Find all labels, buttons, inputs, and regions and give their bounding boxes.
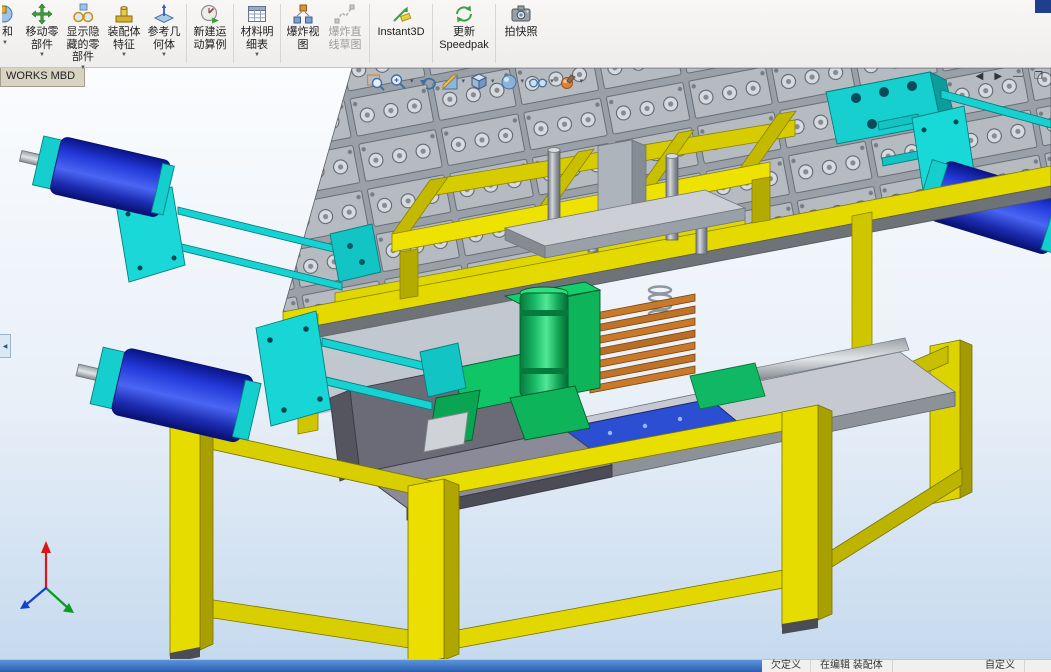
ribbon-button-explode-line-sketch: 爆炸直 线草图 xyxy=(323,0,367,67)
move-component-icon xyxy=(31,3,53,25)
ribbon-button-label: 装配体 特征 xyxy=(107,26,141,51)
command-ribbon: 和 ▼ 移动零 部件 ▼ 显示隐 藏的零 部件 ▼ 装配体 特征 ▼ 参考几 何… xyxy=(0,0,1051,71)
bill-of-materials-icon xyxy=(246,3,268,25)
dropdown-caret[interactable]: ▾ xyxy=(550,78,554,86)
chevron-down-icon: ▼ xyxy=(80,64,86,71)
ribbon-separator xyxy=(280,4,281,63)
ribbon-button-label: 和 xyxy=(2,26,13,38)
ribbon-button-show-hidden-components[interactable]: 显示隐 藏的零 部件 ▼ xyxy=(62,0,104,71)
tab-solidworks-mbd[interactable]: WORKS MBD xyxy=(0,68,86,87)
ribbon-button-exploded-view[interactable]: 爆炸视 图 xyxy=(283,0,323,67)
ribbon-separator xyxy=(233,4,234,63)
ribbon-button-move-component[interactable]: 移动零 部件 ▼ xyxy=(22,0,62,67)
tab-scroll-right-button[interactable]: ▶ xyxy=(992,71,1004,83)
ribbon-button-new-motion-study[interactable]: 新建运 动算例 xyxy=(189,0,231,67)
hide-show-items-icon[interactable] xyxy=(528,72,548,92)
assembly-features-icon xyxy=(113,3,135,25)
panel-expand-handle[interactable]: ◀ xyxy=(0,334,11,358)
display-style-icon[interactable] xyxy=(499,72,519,92)
ribbon-button-label: Instant3D xyxy=(377,26,425,38)
graphics-area[interactable]: ▾ ▾ ▾ ▾ ▾ ▾ ◀ ▶ — ❐ ◀ xyxy=(0,68,1051,659)
ribbon-button-label: 新建运 动算例 xyxy=(193,26,227,51)
status-custom-tab[interactable]: 自定义 xyxy=(976,660,1025,672)
zoom-fit-icon[interactable] xyxy=(366,72,386,92)
panel-handle-arrow-icon: ◀ xyxy=(2,343,8,350)
minimize-document-button[interactable]: — xyxy=(1011,71,1025,83)
dropdown-caret[interactable]: ▾ xyxy=(462,78,466,86)
ribbon-button-label: 爆炸直 线草图 xyxy=(328,26,362,51)
snapshot-camera-icon xyxy=(510,3,532,25)
status-editing-mode: 在编辑 装配体 xyxy=(811,660,893,672)
ribbon-button-bill-of-materials[interactable]: 材料明 细表 ▼ xyxy=(236,0,278,67)
status-bar: 欠定义 在编辑 装配体 自定义 xyxy=(0,659,1051,672)
chevron-down-icon: ▼ xyxy=(121,52,127,58)
chevron-down-icon: ▼ xyxy=(39,52,45,58)
chevron-down-icon: ▼ xyxy=(254,52,260,58)
restore-document-button[interactable]: ❐ xyxy=(1032,71,1045,83)
ribbon-button-label: 爆炸视 图 xyxy=(286,26,320,51)
ribbon-button-take-snapshot[interactable]: 拍快照 xyxy=(498,0,544,67)
tab-scroll-left-button[interactable]: ◀ xyxy=(974,71,986,83)
dropdown-caret[interactable]: ▾ xyxy=(521,78,525,86)
solidworks-window: { "ribbon": { "buttons": [ {"label": "和"… xyxy=(0,0,1051,672)
ribbon-separator xyxy=(369,4,370,63)
cad-model-canvas[interactable] xyxy=(0,68,1051,659)
document-window-controls: ◀ ▶ — ❐ xyxy=(974,71,1045,83)
ribbon-button-instant3d[interactable]: Instant3D xyxy=(372,0,430,67)
status-constraint-state: 欠定义 xyxy=(762,660,811,672)
tab-label: WORKS MBD xyxy=(6,70,76,82)
chevron-down-icon: ▼ xyxy=(2,39,8,46)
ribbon-button-label: 更新 Speedpak xyxy=(439,26,489,51)
dropdown-caret[interactable]: ▾ xyxy=(410,78,414,86)
reference-geometry-icon xyxy=(153,3,175,25)
dropdown-caret[interactable]: ▾ xyxy=(580,78,584,86)
ribbon-button-update-speedpak[interactable]: 更新 Speedpak xyxy=(435,0,493,67)
ribbon-button-label: 材料明 细表 xyxy=(240,26,274,51)
zoom-to-area-icon[interactable] xyxy=(388,72,408,92)
chevron-down-icon: ▼ xyxy=(161,52,167,58)
ribbon-button-assembly-features[interactable]: 装配体 特征 ▼ xyxy=(104,0,144,67)
ribbon-separator xyxy=(432,4,433,63)
ribbon-button-label: 参考几 何体 xyxy=(147,26,181,51)
ribbon-separator xyxy=(495,4,496,63)
ribbon-button-cut-off[interactable]: 和 ▼ xyxy=(0,0,22,67)
exploded-view-icon xyxy=(292,3,314,25)
previous-view-icon[interactable] xyxy=(418,72,438,92)
update-speedpak-icon xyxy=(453,3,475,25)
instant3d-icon xyxy=(390,3,412,25)
section-view-icon[interactable] xyxy=(440,72,460,92)
motion-study-icon xyxy=(199,3,221,25)
ribbon-separator xyxy=(186,4,187,63)
ribbon-button-label: 拍快照 xyxy=(504,26,538,38)
edit-appearance-icon[interactable] xyxy=(558,72,578,92)
explode-line-sketch-icon xyxy=(334,3,356,25)
ribbon-button-label: 显示隐 藏的零 部件 xyxy=(66,26,100,63)
view-orientation-icon[interactable] xyxy=(469,72,489,92)
show-hidden-components-icon xyxy=(72,3,94,25)
window-corner-fragment xyxy=(1035,0,1051,13)
ribbon-button-label: 移动零 部件 xyxy=(25,26,59,51)
dropdown-caret[interactable]: ▾ xyxy=(491,78,495,86)
mate-icon xyxy=(2,3,22,25)
status-bar-blue-region xyxy=(0,660,762,672)
ribbon-button-reference-geometry[interactable]: 参考几 何体 ▼ xyxy=(144,0,184,67)
heads-up-view-toolbar: ▾ ▾ ▾ ▾ ▾ ▾ xyxy=(366,72,585,92)
